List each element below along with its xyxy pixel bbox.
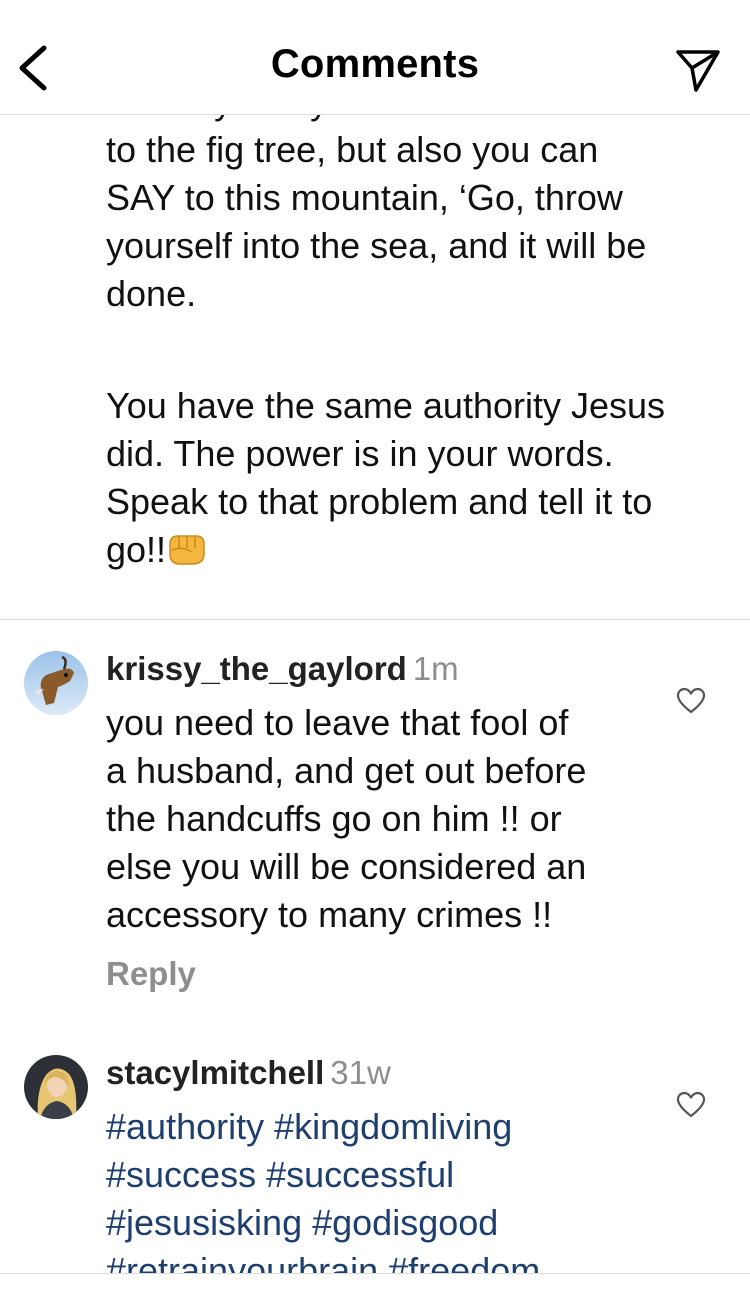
caption-text: not only can you do what was done to the… bbox=[106, 115, 726, 574]
comment-username[interactable]: krissy_the_gaylord bbox=[106, 650, 407, 687]
caption-paragraph-1: to the fig tree, but also you can SAY to… bbox=[106, 129, 647, 314]
caption-paragraph-2: You have the same authority Jesus did. T… bbox=[106, 382, 726, 574]
avatar[interactable] bbox=[24, 1055, 88, 1119]
like-button[interactable] bbox=[676, 1091, 706, 1119]
profile-photo-icon bbox=[24, 1055, 88, 1119]
heart-icon bbox=[676, 687, 706, 714]
comment-meta: stacylmitchell 31w bbox=[106, 1053, 666, 1093]
share-button[interactable] bbox=[674, 46, 722, 94]
avatar[interactable] bbox=[24, 651, 88, 715]
comment-body: krissy_the_gaylord 1m you need to leave t… bbox=[106, 649, 666, 993]
caption-partial-line: not only can you do what was done bbox=[106, 115, 726, 126]
comment-time: 31w bbox=[330, 1054, 391, 1091]
like-button[interactable] bbox=[676, 687, 706, 715]
header: Comments bbox=[0, 0, 750, 115]
heart-icon bbox=[676, 1091, 706, 1118]
comment-body: stacylmitchell 31w #authority #kingdomliv… bbox=[106, 1053, 666, 1273]
goat-avatar-icon bbox=[24, 651, 88, 715]
fist-bump-emoji-icon bbox=[166, 530, 208, 565]
comment-username[interactable]: stacylmitchell bbox=[106, 1054, 324, 1091]
bottom-bar bbox=[0, 1273, 750, 1291]
reply-button[interactable]: Reply bbox=[106, 955, 666, 993]
comments-list[interactable]: not only can you do what was done to the… bbox=[0, 115, 750, 1273]
divider bbox=[0, 619, 750, 620]
page-title: Comments bbox=[270, 42, 480, 86]
comment-time: 1m bbox=[412, 650, 459, 687]
comment-meta: krissy_the_gaylord 1m bbox=[106, 649, 666, 689]
comment-hashtags[interactable]: #authority #kingdomliving #success #succ… bbox=[106, 1103, 666, 1273]
comment-text: you need to leave that fool of a husband… bbox=[106, 702, 587, 935]
paper-plane-icon bbox=[676, 50, 720, 92]
